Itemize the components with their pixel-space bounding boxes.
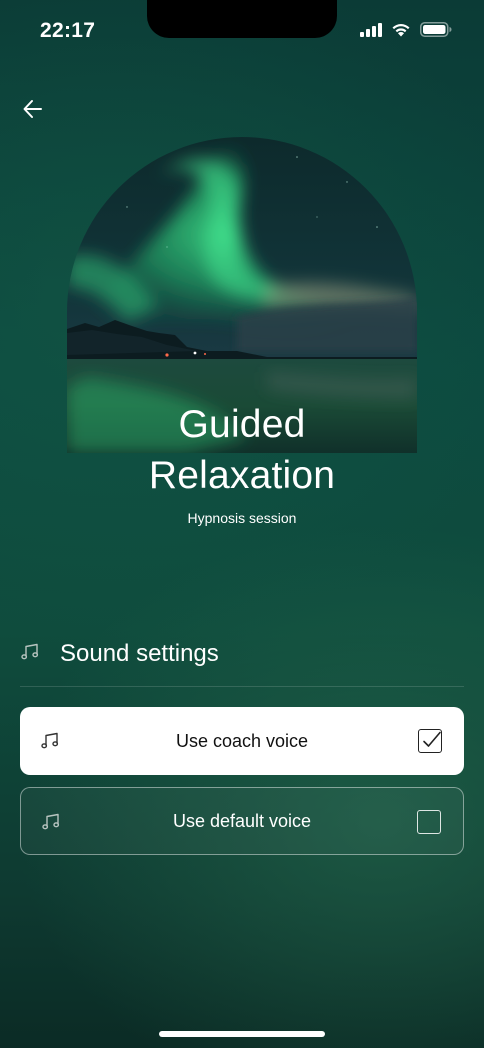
option-label: Use default voice (172, 810, 312, 831)
wifi-icon (391, 22, 411, 42)
back-button[interactable] (18, 94, 48, 124)
option-use-default-voice[interactable]: Use default voice (20, 787, 464, 855)
section-title: Sound settings (60, 640, 219, 667)
battery-icon (420, 22, 452, 42)
status-time: 22:17 (40, 19, 96, 42)
cellular-signal-icon (360, 22, 382, 42)
session-title-line-1: Guided (178, 403, 306, 446)
option-label: Use coach voice (175, 730, 309, 751)
device-notch (147, 0, 337, 38)
default-voice-checkbox[interactable] (417, 810, 441, 834)
session-title-line-2: Relaxation (148, 454, 336, 497)
arrow-left-icon (23, 100, 42, 118)
section-divider (20, 686, 464, 687)
option-use-coach-voice[interactable]: Use coach voice (20, 707, 464, 775)
sound-settings-header: Sound settings (20, 634, 464, 674)
music-note-icon (20, 642, 40, 667)
checkmark-icon (422, 731, 441, 747)
session-subtitle: Hypnosis session (187, 510, 297, 526)
app-screen: 22:17 Guided Relaxation Hypnosis session… (0, 0, 484, 1048)
home-indicator[interactable] (159, 1031, 325, 1037)
status-icons (360, 22, 452, 42)
coach-voice-checkbox[interactable] (418, 729, 442, 753)
